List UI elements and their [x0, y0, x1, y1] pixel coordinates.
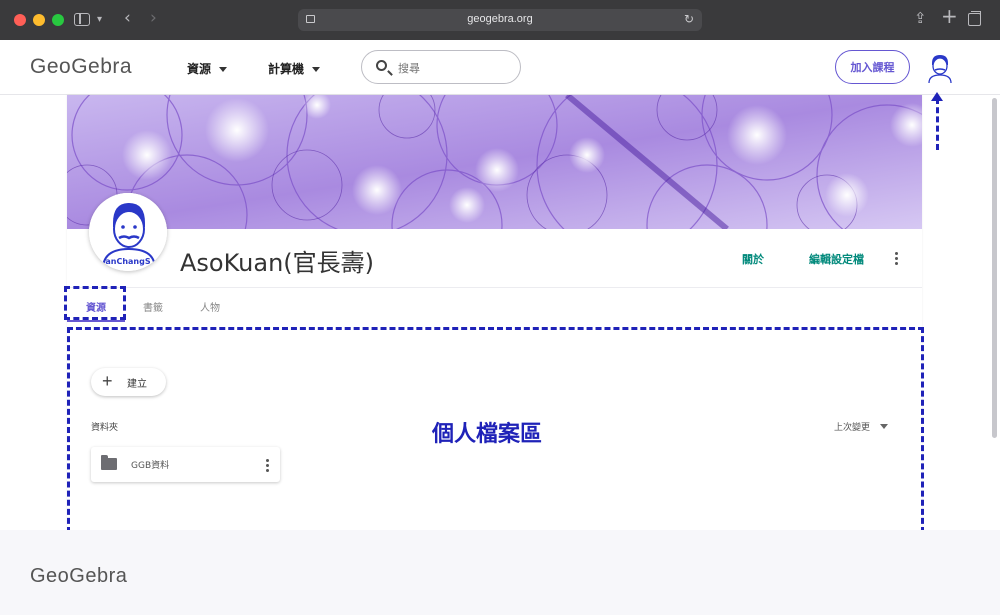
edit-profile-link[interactable]: 編輯設定檔: [809, 251, 864, 267]
close-window-button[interactable]: [14, 14, 26, 26]
forward-icon[interactable]: ›: [150, 10, 157, 27]
caret-down-icon: [312, 67, 321, 72]
annotation-tab-highlight: [64, 286, 126, 320]
profile-more-icon[interactable]: [895, 252, 899, 267]
geogebra-logo[interactable]: GeoGebra: [30, 55, 132, 79]
profile-banner: [67, 95, 922, 229]
site-header: GeoGebra 資源 計算機 加入課程: [0, 40, 1000, 95]
sidebar-icon[interactable]: [74, 13, 90, 26]
new-tab-icon[interactable]: +: [941, 6, 958, 26]
address-bar[interactable]: geogebra.org ↻: [298, 9, 702, 31]
avatar-caption: anChangS: [105, 257, 150, 266]
user-avatar[interactable]: [923, 50, 957, 84]
caret-down-icon: [219, 67, 228, 72]
minimize-window-button[interactable]: [33, 14, 45, 26]
search-input[interactable]: [398, 59, 508, 77]
nav-resources-label: 資源: [187, 62, 212, 76]
profile-avatar-image: anChangS: [89, 193, 167, 271]
footer-logo[interactable]: GeoGebra: [30, 565, 127, 588]
profile-name: AsoKuan(官長壽): [180, 249, 375, 277]
scrollbar[interactable]: [992, 98, 997, 438]
back-icon[interactable]: ‹: [124, 10, 131, 27]
tab-people[interactable]: 人物: [200, 299, 220, 314]
footer: GeoGebra: [0, 530, 1000, 615]
reload-icon[interactable]: ↻: [684, 12, 694, 26]
browser-toolbar: ▾ ‹ › geogebra.org ↻ ⇪ +: [0, 0, 1000, 40]
nav-calculators[interactable]: 計算機: [268, 60, 321, 77]
tab-overview-icon[interactable]: [968, 13, 981, 26]
chevron-down-icon[interactable]: ▾: [97, 13, 102, 27]
join-class-button[interactable]: 加入課程: [835, 50, 910, 84]
annotation-arrow: [936, 98, 939, 150]
url-text: geogebra.org: [467, 13, 533, 25]
zoom-window-button[interactable]: [52, 14, 64, 26]
profile-avatar[interactable]: anChangS: [89, 193, 167, 271]
annotation-profile-area: [67, 327, 924, 533]
about-link[interactable]: 關於: [742, 251, 764, 267]
nav-resources[interactable]: 資源: [187, 60, 228, 77]
tab-bookmarks[interactable]: 書籤: [143, 299, 163, 314]
search-icon: [376, 60, 387, 71]
search-box[interactable]: [361, 50, 521, 84]
share-icon[interactable]: ⇪: [914, 11, 927, 26]
nav-calculators-label: 計算機: [268, 62, 305, 76]
divider: [67, 287, 922, 288]
tab-indicator: [67, 320, 125, 322]
